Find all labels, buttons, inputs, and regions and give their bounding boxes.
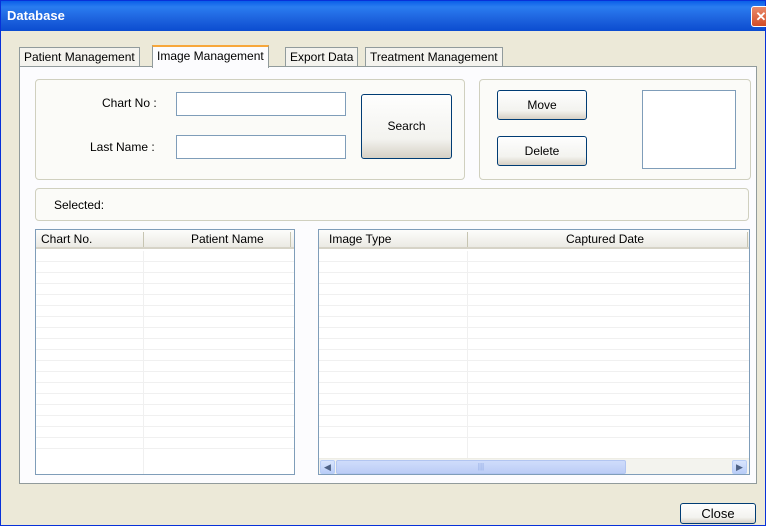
window-title: Database [7, 8, 65, 23]
patient-list-header: Chart No. Patient Name [36, 230, 294, 249]
tab-treatment-management[interactable]: Treatment Management [365, 47, 503, 67]
image-list-rows [319, 251, 749, 457]
image-management-panel: Chart No : Last Name : Search Move Delet… [19, 66, 757, 484]
image-list[interactable]: Image Type Captured Date ◀ ||| ▶ [318, 229, 750, 475]
move-button[interactable]: Move [497, 90, 587, 120]
action-group: Move Delete [479, 79, 751, 180]
scroll-right-icon[interactable]: ▶ [732, 460, 747, 474]
search-button[interactable]: Search [361, 94, 452, 159]
column-divider[interactable] [467, 232, 468, 247]
title-bar[interactable]: Database [1, 1, 765, 31]
column-divider[interactable] [290, 232, 291, 247]
tab-patient-management[interactable]: Patient Management [19, 47, 140, 67]
last-name-input[interactable] [176, 135, 346, 159]
chart-no-input[interactable] [176, 92, 346, 116]
image-preview [642, 90, 736, 169]
column-header-captured-date[interactable]: Captured Date [566, 232, 644, 249]
last-name-label: Last Name : [90, 140, 155, 154]
selected-group: Selected: [35, 188, 749, 221]
selected-label: Selected: [54, 198, 105, 212]
column-header-chart-no[interactable]: Chart No. [41, 232, 92, 249]
patient-list-rows [36, 251, 294, 474]
close-button[interactable]: Close [680, 503, 756, 524]
image-list-header: Image Type Captured Date [319, 230, 749, 249]
patient-list[interactable]: Chart No. Patient Name [35, 229, 295, 475]
database-window: Database ✕ Patient Management Image Mana… [0, 0, 766, 526]
column-header-image-type[interactable]: Image Type [329, 232, 391, 249]
column-divider[interactable] [747, 232, 748, 247]
chart-no-label: Chart No : [102, 96, 157, 110]
horizontal-scrollbar[interactable]: ◀ ||| ▶ [319, 458, 749, 474]
tab-export-data[interactable]: Export Data [285, 47, 359, 67]
window-close-icon[interactable]: ✕ [751, 6, 766, 27]
scroll-left-icon[interactable]: ◀ [320, 460, 335, 474]
column-header-patient-name[interactable]: Patient Name [191, 232, 264, 249]
tab-image-management[interactable]: Image Management [152, 45, 269, 68]
search-group: Chart No : Last Name : Search [35, 79, 465, 180]
scrollbar-thumb[interactable]: ||| [336, 460, 626, 474]
column-divider[interactable] [143, 232, 144, 247]
delete-button[interactable]: Delete [497, 136, 587, 166]
